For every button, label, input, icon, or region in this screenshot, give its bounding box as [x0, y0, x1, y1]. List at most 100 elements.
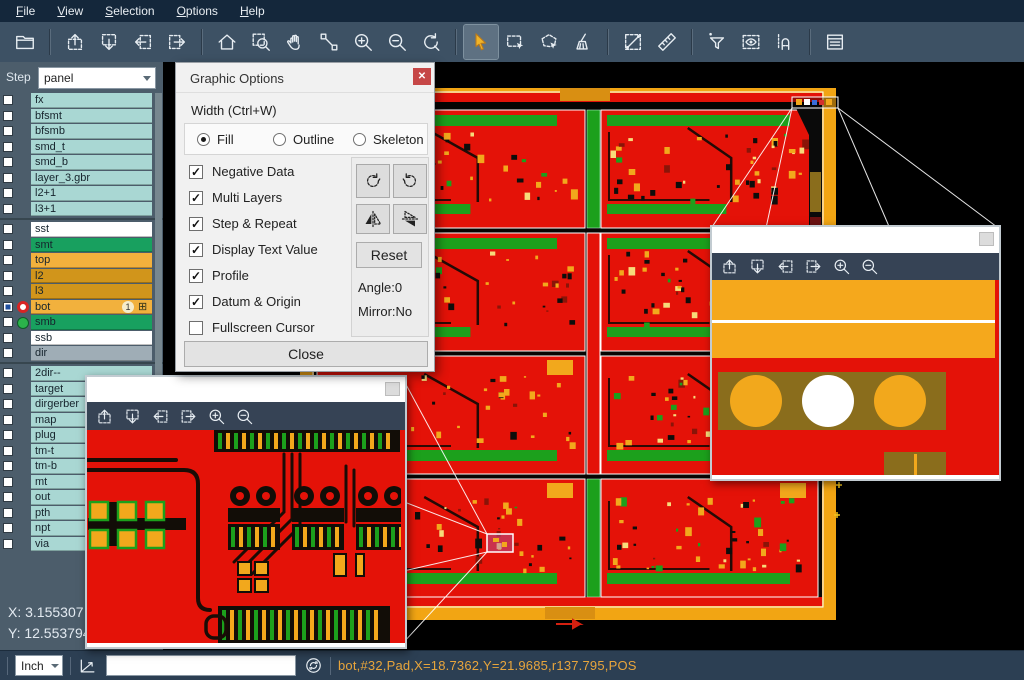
pan-left-icon[interactable] [776, 257, 795, 276]
checkbox-step-repeat[interactable]: ✓Step & Repeat [189, 216, 297, 231]
pan-up-button[interactable] [58, 25, 92, 59]
layer-visibility-checkbox[interactable] [3, 286, 13, 296]
view-options-button[interactable] [734, 25, 768, 59]
layer-item-smt[interactable]: smt [31, 238, 152, 253]
radio-fill[interactable]: Fill [197, 132, 234, 147]
layer-visibility-checkbox[interactable] [3, 224, 13, 234]
snap-button[interactable] [768, 25, 802, 59]
layer-item-smd_b[interactable]: smd_b [31, 155, 152, 170]
layer-visibility-checkbox[interactable] [3, 157, 13, 167]
zoom-in-icon[interactable] [832, 257, 851, 276]
checkbox-negative-data[interactable]: ✓Negative Data [189, 164, 294, 179]
angle-measure-icon[interactable] [78, 656, 98, 676]
layer-visibility-checkbox[interactable] [3, 461, 13, 471]
layer-visibility-checkbox[interactable] [3, 446, 13, 456]
popup-window-button[interactable] [385, 382, 400, 396]
layer-visibility-checkbox[interactable] [3, 271, 13, 281]
layer-visibility-checkbox[interactable] [3, 317, 13, 327]
pan-down-icon[interactable] [748, 257, 767, 276]
layer-visibility-checkbox[interactable] [3, 539, 13, 549]
layer-visibility-checkbox[interactable] [3, 415, 13, 425]
layer-visibility-checkbox[interactable] [3, 384, 13, 394]
layer-visibility-checkbox[interactable] [3, 508, 13, 518]
layer-visibility-checkbox[interactable] [3, 142, 13, 152]
checkbox-datum-origin[interactable]: ✓Datum & Origin [189, 294, 301, 309]
layer-item-l3+1[interactable]: l3+1 [31, 202, 152, 217]
zoom-popup-detail[interactable] [85, 375, 407, 649]
layer-visibility-checkbox[interactable] [3, 255, 13, 265]
layer-item-smd_t[interactable]: smd_t [31, 140, 152, 155]
zoom-in-button[interactable] [346, 25, 380, 59]
layer-visibility-checkbox[interactable] [3, 302, 13, 312]
layer-visibility-checkbox[interactable] [3, 492, 13, 502]
layer-item-bfsmt[interactable]: bfsmt [31, 109, 152, 124]
menu-file[interactable]: File [6, 2, 45, 20]
command-input[interactable] [106, 655, 296, 676]
zoom-window-button[interactable] [244, 25, 278, 59]
rect-select-button[interactable] [498, 25, 532, 59]
zoom-out-button[interactable] [380, 25, 414, 59]
layer-item-dir[interactable]: dir [31, 346, 152, 361]
layer-visibility-checkbox[interactable] [3, 430, 13, 440]
measure-distance-button[interactable] [616, 25, 650, 59]
layer-item-fx[interactable]: fx [31, 93, 152, 108]
pan-up-icon[interactable] [720, 257, 739, 276]
close-button[interactable]: Close [184, 341, 428, 367]
menu-options[interactable]: Options [167, 2, 228, 20]
rotate-cw-button[interactable] [356, 164, 390, 198]
layer-item-bfsmb[interactable]: bfsmb [31, 124, 152, 139]
step-select[interactable]: panel [38, 67, 156, 89]
filter-button[interactable] [700, 25, 734, 59]
layer-item-smb[interactable]: smb [31, 315, 152, 330]
polygon-select-button[interactable] [532, 25, 566, 59]
refresh-icon[interactable] [304, 656, 323, 675]
layer-item-l2[interactable]: l2 [31, 269, 152, 284]
layer-visibility-checkbox[interactable] [3, 348, 13, 358]
popup-title-bar[interactable] [712, 227, 999, 253]
layer-visibility-checkbox[interactable] [3, 399, 13, 409]
clean-brush-button[interactable] [566, 25, 600, 59]
zoom-previous-button[interactable] [414, 25, 448, 59]
layer-visibility-checkbox[interactable] [3, 95, 13, 105]
menu-view[interactable]: View [47, 2, 93, 20]
layer-item-ssb[interactable]: ssb [31, 331, 152, 346]
layer-visibility-checkbox[interactable] [3, 240, 13, 250]
menu-selection[interactable]: Selection [95, 2, 164, 20]
home-view-button[interactable] [210, 25, 244, 59]
zoom-popup-corner[interactable] [710, 225, 1001, 481]
rotate-ccw-button[interactable] [393, 164, 427, 198]
layer-visibility-checkbox[interactable] [3, 523, 13, 533]
layer-visibility-checkbox[interactable] [3, 333, 13, 343]
graphic-options-dialog[interactable]: Graphic Options ✕ Width (Ctrl+W) Fill Ou… [175, 62, 435, 372]
layer-visibility-checkbox[interactable] [3, 126, 13, 136]
layer-visibility-checkbox[interactable] [3, 188, 13, 198]
ruler-button[interactable] [650, 25, 684, 59]
unit-select[interactable]: Inch [15, 655, 63, 676]
pan-right-icon[interactable] [804, 257, 823, 276]
mirror-horizontal-button[interactable] [356, 204, 390, 234]
layers-panel-button[interactable] [818, 25, 852, 59]
layer-item-l3[interactable]: l3 [31, 284, 152, 299]
layer-visibility-checkbox[interactable] [3, 368, 13, 378]
layer-item-layer_3.gbr[interactable]: layer_3.gbr [31, 171, 152, 186]
popup-window-button[interactable] [979, 232, 994, 246]
layer-visibility-checkbox[interactable] [3, 204, 13, 214]
pan-right-button[interactable] [160, 25, 194, 59]
select-tool-button[interactable] [464, 25, 498, 59]
pan-left-button[interactable] [126, 25, 160, 59]
pan-down-icon[interactable] [123, 407, 142, 426]
open-file-button[interactable] [8, 25, 42, 59]
pan-hand-button[interactable] [278, 25, 312, 59]
checkbox-profile[interactable]: ✓Profile [189, 268, 249, 283]
dialog-close-button[interactable]: ✕ [413, 68, 431, 85]
layer-item-top[interactable]: top [31, 253, 152, 268]
menu-help[interactable]: Help [230, 2, 275, 20]
layer-visibility-checkbox[interactable] [3, 477, 13, 487]
pan-right-icon[interactable] [179, 407, 198, 426]
layer-item-sst[interactable]: sst [31, 222, 152, 237]
layer-item-l2+1[interactable]: l2+1 [31, 186, 152, 201]
pan-up-icon[interactable] [95, 407, 114, 426]
layer-visibility-checkbox[interactable] [3, 173, 13, 183]
radio-outline[interactable]: Outline [273, 132, 334, 147]
checkbox-multi-layers[interactable]: ✓Multi Layers [189, 190, 282, 205]
